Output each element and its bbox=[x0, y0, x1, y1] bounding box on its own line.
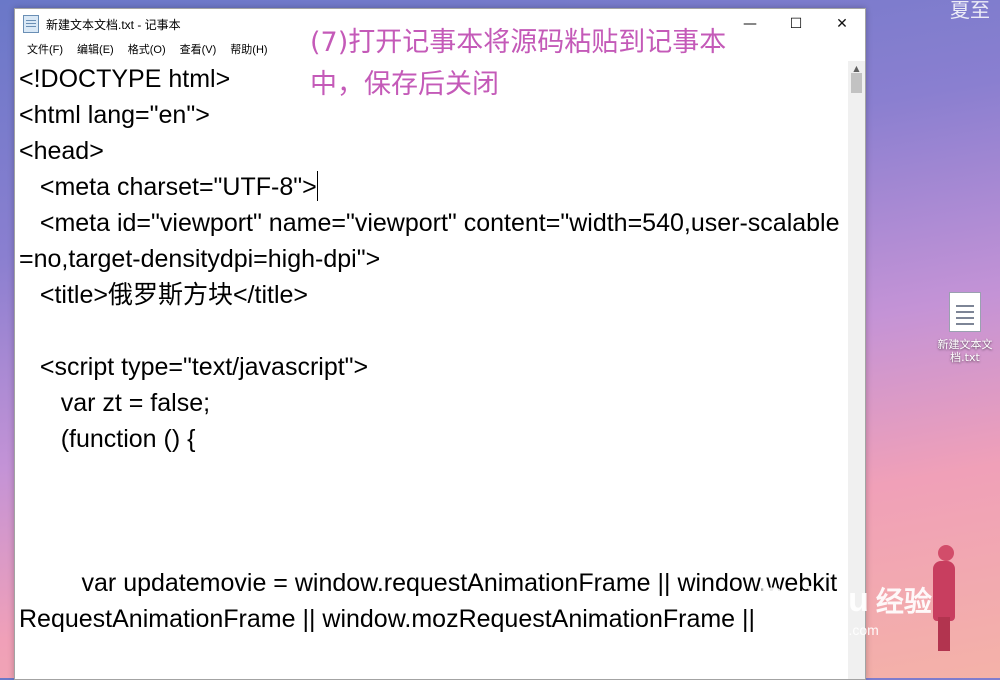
menu-format[interactable]: 格式(O) bbox=[121, 41, 173, 57]
watermark-jingyan: 经验 bbox=[875, 585, 932, 618]
menu-edit[interactable]: 编辑(E) bbox=[70, 41, 121, 57]
notepad-window: 新建文本文档.txt - 记事本 — ☐ ✕ 文件(F) 编辑(E) 格式(O)… bbox=[14, 8, 866, 680]
menu-file[interactable]: 文件(F) bbox=[20, 41, 70, 57]
menu-view[interactable]: 查看(V) bbox=[173, 41, 224, 57]
desktop-top-right-text: 夏至 bbox=[950, 0, 990, 22]
text-editor[interactable]: <!DOCTYPE html> <html lang="en"> <head> … bbox=[15, 61, 847, 679]
close-button[interactable]: ✕ bbox=[819, 9, 865, 39]
wallpaper-figure bbox=[928, 545, 962, 655]
window-title: 新建文本文档.txt - 记事本 bbox=[46, 17, 181, 32]
text-caret bbox=[316, 171, 318, 201]
menu-help[interactable]: 帮助(H) bbox=[223, 41, 274, 57]
scroll-thumb[interactable] bbox=[851, 73, 862, 93]
watermark-url: jingyan.baidu.com bbox=[766, 622, 879, 638]
editor-text-after-caret: <meta id="viewport" name="viewport" cont… bbox=[19, 209, 840, 633]
editor-text-before-caret: <!DOCTYPE html> <html lang="en"> <head> … bbox=[19, 65, 317, 201]
watermark: Bai du 经验 jingyan.baidu.com bbox=[760, 580, 932, 639]
instruction-overlay: (7)打开记事本将源码粘贴到记事本中，保存后关闭 bbox=[310, 27, 727, 100]
watermark-logo: Bai du bbox=[760, 581, 870, 619]
text-file-icon bbox=[949, 292, 981, 332]
notepad-icon bbox=[23, 15, 39, 33]
editor-content[interactable]: <!DOCTYPE html> <html lang="en"> <head> … bbox=[15, 61, 847, 637]
desktop-file-label: 新建文本文档.txt bbox=[937, 338, 993, 364]
desktop-file-shortcut[interactable]: 新建文本文档.txt bbox=[930, 292, 1000, 364]
